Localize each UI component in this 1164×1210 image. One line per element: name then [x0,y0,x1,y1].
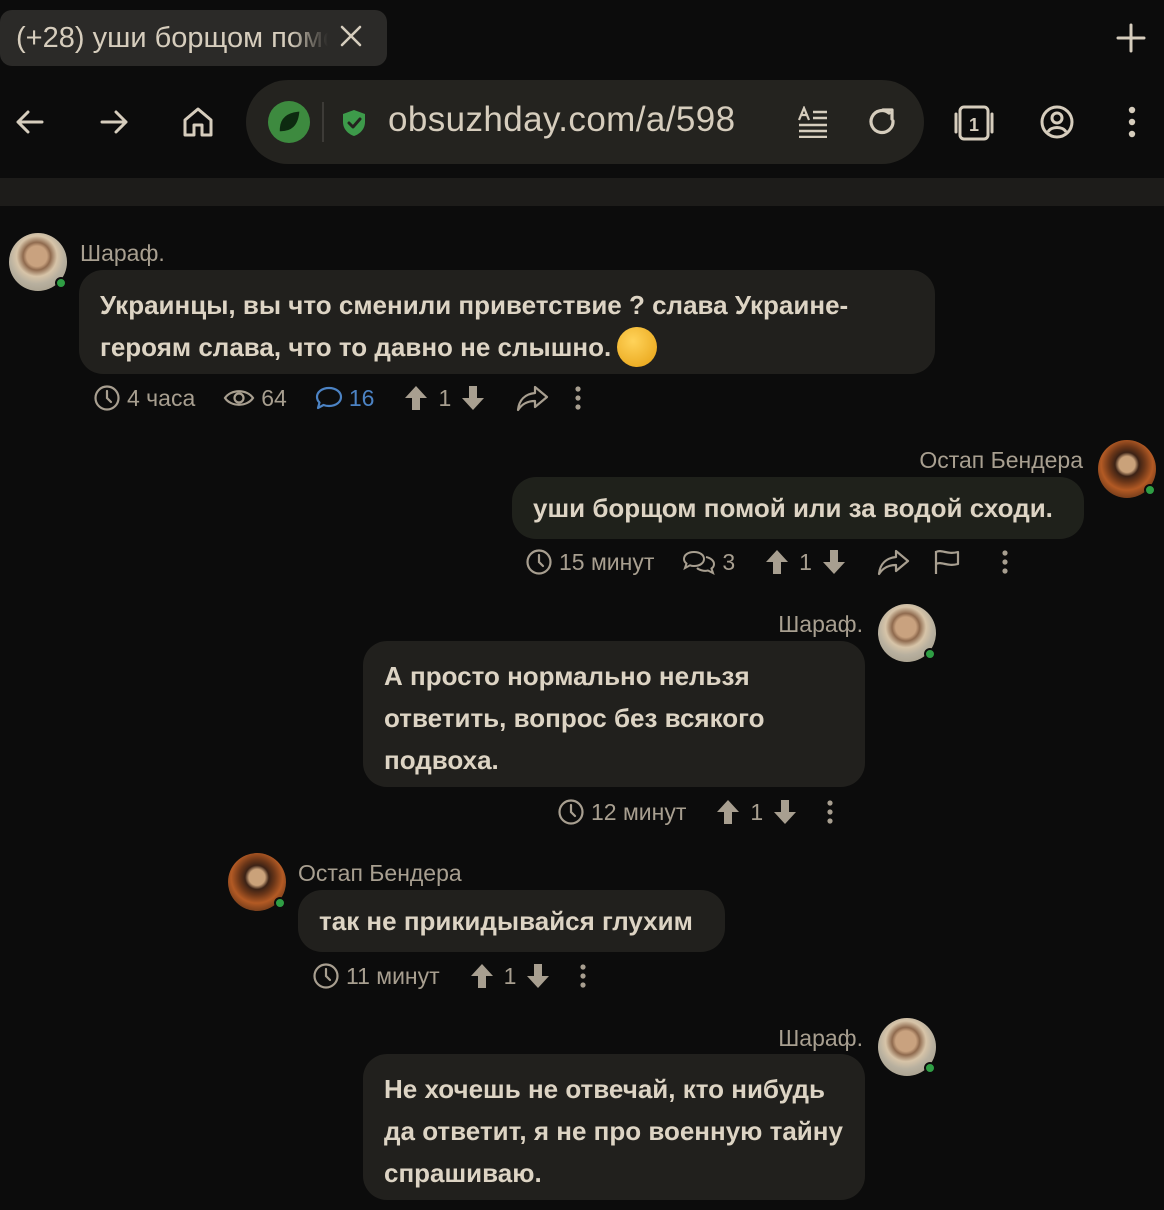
more-dots-icon[interactable] [571,384,585,412]
leaf-icon[interactable] [268,101,310,143]
comment-author[interactable]: Шараф. [80,240,165,267]
thinking-face-emoji-icon [617,327,658,368]
back-arrow-icon[interactable] [12,104,48,140]
comment-meta: 15 минут 3 1 [525,546,1012,578]
comment-author[interactable]: Шараф. [778,1025,863,1052]
comment-text: Украинцы, вы что сменили приветствие ? с… [100,290,849,362]
replies-count[interactable]: 3 [722,549,735,576]
comment-bubble: Не хочешь не отвечай, кто нибудь да отве… [363,1054,865,1200]
menu-dots-icon[interactable] [1114,104,1150,140]
online-indicator [924,648,936,660]
reload-icon[interactable] [864,104,900,140]
share-arrow-icon[interactable] [515,384,549,412]
comment-text: Не хочешь не отвечай, кто нибудь да отве… [384,1074,843,1188]
comment-time: 15 минут [559,548,655,575]
more-dots-icon[interactable] [823,798,837,826]
upvote-arrow-icon[interactable] [402,384,430,412]
clock-icon [526,549,552,575]
votes-count: 1 [438,384,452,411]
avatar[interactable] [878,604,936,662]
comment-meta: 11 минут 1 [312,960,590,992]
comment-text: так не прикидывайся глухим [319,906,693,936]
browser-tab[interactable]: (+28) уши борщом помой или за водой сход… [0,10,387,66]
comment-text: А просто нормально нельзя ответить, вопр… [384,661,765,775]
online-indicator [924,1062,936,1074]
reply-bubble-icon[interactable] [315,384,343,412]
online-indicator [274,897,286,909]
comment-time: 12 минут [591,798,687,825]
comment-bubble: А просто нормально нельзя ответить, вопр… [363,641,865,787]
reader-mode-icon[interactable] [796,106,830,138]
close-icon[interactable] [337,22,365,50]
clock-icon [94,385,120,411]
replies-count[interactable]: 16 [349,385,375,412]
address-divider [322,102,324,142]
eye-icon [223,390,255,406]
downvote-arrow-icon[interactable] [820,548,848,576]
comment-meta: 4 часа 64 16 1 [93,382,585,414]
upvote-arrow-icon[interactable] [714,798,742,826]
comment-text: уши борщом помой или за водой сходи. [533,493,1053,523]
upvote-arrow-icon[interactable] [763,548,791,576]
url-text[interactable]: obsuzhday.com/a/598 [388,100,776,140]
downvote-arrow-icon[interactable] [459,384,487,412]
tab-title: (+28) уши борщом помой или за водой сход… [16,21,328,54]
comment-meta: 12 минут 1 [557,796,837,828]
more-dots-icon[interactable] [998,548,1012,576]
new-tab-plus-icon[interactable] [1115,22,1147,54]
comment-author[interactable]: Остап Бендера [298,860,462,887]
avatar[interactable] [878,1018,936,1076]
online-indicator [55,277,67,289]
clock-icon [313,963,339,989]
online-indicator [1144,484,1156,496]
comment-author[interactable]: Шараф. [778,611,863,638]
svg-text:1: 1 [969,115,979,135]
replies-bubbles-icon[interactable] [682,548,716,576]
tab-strip: (+28) уши борщом помой или за водой сход… [0,0,1164,80]
avatar[interactable] [228,853,286,911]
downvote-arrow-icon[interactable] [771,798,799,826]
comment-time: 11 минут [346,962,440,989]
comment-time: 4 часа [127,384,196,411]
page-top-strip [0,178,1164,206]
avatar[interactable] [9,233,67,291]
votes-count: 1 [799,548,812,575]
tabs-counter-icon[interactable]: 1 [954,104,994,142]
browser-toolbar: obsuzhday.com/a/598 1 [0,80,1164,178]
forward-arrow-icon[interactable] [96,104,132,140]
more-dots-icon[interactable] [576,962,590,990]
comment-bubble: так не прикидывайся глухим [298,890,725,952]
votes-count: 1 [750,798,764,825]
avatar[interactable] [1098,440,1156,498]
home-icon[interactable] [180,104,216,140]
comment-bubble: уши борщом помой или за водой сходи. [512,477,1084,539]
share-arrow-icon[interactable] [876,548,910,576]
views-count: 64 [261,384,287,411]
address-bar[interactable]: obsuzhday.com/a/598 [246,80,924,164]
upvote-arrow-icon[interactable] [468,962,496,990]
comment-bubble: Украинцы, вы что сменили приветствие ? с… [79,270,935,374]
shield-check-icon[interactable] [340,108,368,138]
clock-icon [558,799,584,825]
downvote-arrow-icon[interactable] [524,962,552,990]
flag-icon[interactable] [932,548,962,576]
votes-count: 1 [503,962,517,989]
comment-author[interactable]: Остап Бендера [919,447,1083,474]
account-icon[interactable] [1039,104,1075,140]
